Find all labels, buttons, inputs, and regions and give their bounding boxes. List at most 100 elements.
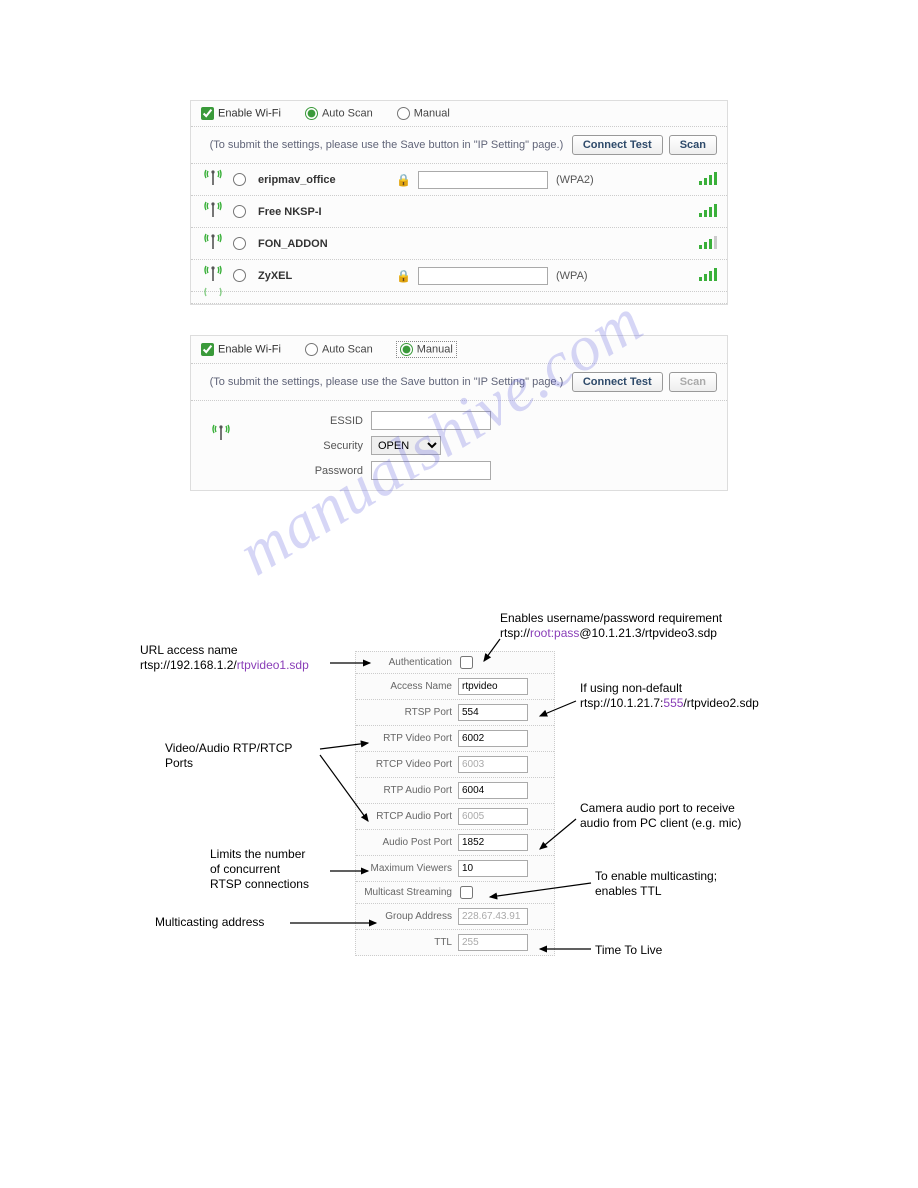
wifi-antenna-icon (209, 423, 233, 446)
signal-bars-icon (699, 171, 717, 188)
essid-input[interactable] (371, 411, 491, 430)
group-addr-input[interactable] (458, 908, 528, 925)
anno-multicast-addr: Multicasting address (155, 915, 264, 930)
access-name-input[interactable] (458, 678, 528, 695)
multicast-checkbox[interactable] (460, 886, 473, 899)
wifi-antenna-icon (201, 200, 225, 223)
wifi-select-radio[interactable] (233, 237, 246, 250)
anno-ttl: Time To Live (595, 943, 662, 958)
anno-text: To enable multicasting; (595, 869, 717, 884)
mode-auto-radio[interactable]: Auto Scan (305, 343, 373, 356)
rtp-video-input[interactable] (458, 730, 528, 747)
rtcp-video-input[interactable] (458, 756, 528, 773)
rtp-video-label: RTP Video Port (362, 733, 458, 744)
connect-test-button[interactable]: Connect Test (572, 135, 663, 155)
anno-text: rtpvideo1.sdp (237, 658, 309, 672)
wifi-auto-panel: Enable Wi-Fi Auto Scan Manual (To submit… (190, 100, 728, 305)
wifi-manual-panel: Enable Wi-Fi Auto Scan Manual (To submit… (190, 335, 728, 491)
security-label: Security (273, 440, 363, 452)
wifi-hint-text: (To submit the settings, please use the … (201, 376, 572, 388)
anno-text: rtsp://10.1.21.7: (580, 696, 663, 710)
wifi-row[interactable]: Free NKSP-I (191, 196, 727, 228)
anno-text: root:pass (530, 626, 579, 640)
enable-wifi-check[interactable]: Enable Wi-Fi (201, 343, 281, 356)
max-viewers-label: Maximum Viewers (362, 863, 458, 874)
anno-text: of concurrent (210, 862, 309, 877)
connect-test-button[interactable]: Connect Test (572, 372, 663, 392)
wifi-antenna-icon (201, 168, 225, 191)
enable-wifi-label: Enable Wi-Fi (218, 343, 281, 355)
audio-post-label: Audio Post Port (362, 837, 458, 848)
anno-ports: Video/Audio RTP/RTCP Ports (165, 741, 292, 771)
wifi-hint-text: (To submit the settings, please use the … (201, 139, 572, 151)
wifi-select-radio[interactable] (233, 269, 246, 282)
wifi-ssid-label: ZyXEL (258, 270, 388, 282)
mode-auto-label: Auto Scan (322, 107, 373, 119)
anno-text: Multicasting address (155, 915, 264, 929)
wifi-enc-label: (WPA2) (556, 174, 594, 186)
rtp-audio-input[interactable] (458, 782, 528, 799)
anno-text: rtsp://192.168.1.2/ (140, 658, 237, 672)
password-label: Password (273, 465, 363, 477)
anno-text: Enables username/password requirement (500, 611, 722, 626)
wifi-select-radio[interactable] (233, 173, 246, 186)
wifi-row[interactable]: ZyXEL 🔒 (WPA) (191, 260, 727, 292)
wifi-row[interactable]: eripmav_office 🔒 (WPA2) (191, 164, 727, 196)
wifi-manual-hintrow: (To submit the settings, please use the … (191, 364, 727, 401)
auth-label: Authentication (362, 657, 458, 668)
wifi-select-radio[interactable] (233, 205, 246, 218)
audio-post-input[interactable] (458, 834, 528, 851)
wifi-ssid-label: Free NKSP-I (258, 206, 388, 218)
access-name-label: Access Name (362, 681, 458, 692)
signal-bars-icon (699, 203, 717, 220)
lock-icon: 🔒 (396, 269, 410, 283)
wifi-password-input[interactable] (418, 267, 548, 285)
ttl-label: TTL (362, 937, 458, 948)
mode-manual-radio[interactable]: Manual (397, 342, 456, 357)
ttl-input[interactable] (458, 934, 528, 951)
anno-enable-userpass: Enables username/password requirement rt… (500, 611, 722, 641)
anno-text: enables TTL (595, 884, 717, 899)
wifi-auto-toprow: Enable Wi-Fi Auto Scan Manual (191, 101, 727, 127)
rtcp-audio-label: RTCP Audio Port (362, 811, 458, 822)
mode-auto-radio[interactable]: Auto Scan (305, 107, 373, 120)
wifi-enc-label: (WPA) (556, 270, 588, 282)
security-select[interactable]: OPEN (371, 436, 441, 455)
mode-auto-label: Auto Scan (322, 343, 373, 355)
mode-manual-radio[interactable]: Manual (397, 107, 450, 120)
anno-text: audio from PC client (e.g. mic) (580, 816, 741, 831)
mode-manual-label: Manual (417, 343, 453, 355)
enable-wifi-check[interactable]: Enable Wi-Fi (201, 107, 281, 120)
anno-audio-port: Camera audio port to receive audio from … (580, 801, 741, 831)
anno-text: RTSP connections (210, 877, 309, 892)
wifi-row[interactable]: FON_ADDON (191, 228, 727, 260)
mode-manual-label: Manual (414, 107, 450, 119)
max-viewers-input[interactable] (458, 860, 528, 877)
manual-wifi-form: ESSID Security OPEN Password (191, 401, 727, 490)
anno-url-access: URL access name rtsp://192.168.1.2/rtpvi… (140, 643, 309, 673)
anno-text: @10.1.21.3/rtpvideo3.sdp (579, 626, 717, 640)
wifi-network-list: eripmav_office 🔒 (WPA2) Free NKSP-I FON_… (191, 164, 727, 304)
anno-text: rtsp:// (500, 626, 530, 640)
password-input[interactable] (371, 461, 491, 480)
rtsp-port-label: RTSP Port (362, 707, 458, 718)
group-addr-label: Group Address (362, 911, 458, 922)
wifi-antenna-icon (201, 232, 225, 255)
wifi-antenna-icon (201, 286, 225, 309)
wifi-password-input[interactable] (418, 171, 548, 189)
anno-text: If using non-default (580, 681, 759, 696)
auth-checkbox[interactable] (460, 656, 473, 669)
rtcp-audio-input[interactable] (458, 808, 528, 825)
wifi-ssid-label: eripmav_office (258, 174, 388, 186)
wifi-auto-hintrow: (To submit the settings, please use the … (191, 127, 727, 164)
anno-text: 555 (663, 696, 683, 710)
rtsp-port-input[interactable] (458, 704, 528, 721)
anno-text: Ports (165, 756, 292, 771)
rtp-audio-label: RTP Audio Port (362, 785, 458, 796)
anno-text: Video/Audio RTP/RTCP (165, 741, 292, 756)
scan-button[interactable]: Scan (669, 135, 717, 155)
anno-text: Time To Live (595, 943, 662, 957)
rtcp-video-label: RTCP Video Port (362, 759, 458, 770)
wifi-antenna-icon (201, 264, 225, 287)
anno-text: URL access name (140, 643, 309, 658)
